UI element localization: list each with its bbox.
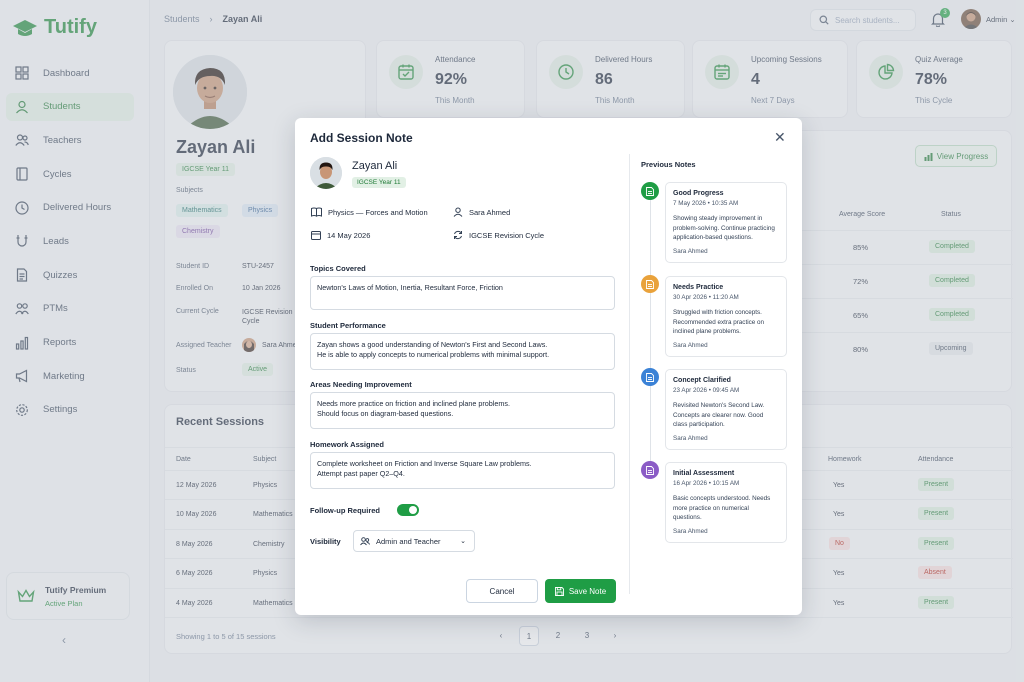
refresh-icon (454, 230, 462, 240)
previous-notes-title: Previous Notes (641, 160, 696, 169)
note-title: Concept Clarified (673, 377, 731, 384)
session-date: 14 May 2026 (311, 230, 370, 240)
note-title: Needs Practice (673, 284, 724, 291)
visibility-value: Admin and Teacher (376, 536, 441, 546)
visibility-label: Visibility (310, 537, 341, 546)
note-date: 16 Apr 2026 • 10:15 AM (673, 480, 740, 487)
save-icon (554, 586, 564, 596)
modal-title: Add Session Note (310, 131, 413, 145)
performance-label: Student Performance (310, 321, 386, 330)
close-icon[interactable]: ✕ (774, 129, 786, 146)
note-document-icon (641, 461, 659, 479)
users-icon (360, 536, 370, 545)
improvement-label: Areas Needing Improvement (310, 380, 412, 389)
modal-divider (629, 154, 630, 594)
improvement-field[interactable]: Needs more practice on friction and incl… (310, 392, 615, 429)
previous-note-card[interactable]: Needs Practice 30 Apr 2026 • 11:20 AM St… (665, 276, 787, 357)
previous-note-card[interactable]: Good Progress 7 May 2026 • 10:35 AM Show… (665, 182, 787, 263)
note-date: 30 Apr 2026 • 11:20 AM (673, 294, 739, 301)
note-document-icon (641, 275, 659, 293)
note-author: Sara Ahmed (673, 247, 708, 255)
add-session-note-modal: Add Session Note ✕ Zayan Ali IGCSE Year … (295, 118, 802, 615)
note-author: Sara Ahmed (673, 341, 708, 349)
note-date: 23 Apr 2026 • 09:45 AM (673, 387, 740, 394)
note-author: Sara Ahmed (673, 527, 708, 535)
note-text: Basic concepts understood. Needs more pr… (673, 495, 771, 521)
calendar-icon (311, 231, 321, 240)
timeline-line (650, 190, 651, 476)
session-teacher-text: Sara Ahmed (469, 207, 511, 217)
note-title: Initial Assessment (673, 470, 735, 477)
save-note-label: Save Note (568, 586, 607, 596)
grade-badge: IGCSE Year 11 (352, 177, 406, 188)
visibility-select[interactable]: Admin and Teacher ⌄ (353, 530, 475, 552)
session-teacher: Sara Ahmed (453, 207, 510, 217)
session-subject: Physics — Forces and Motion (311, 207, 428, 217)
performance-field[interactable]: Zayan shows a good understanding of Newt… (310, 333, 615, 370)
note-document-icon (641, 368, 659, 386)
homework-field[interactable]: Complete worksheet on Friction and Inver… (310, 452, 615, 489)
save-note-button[interactable]: Save Note (545, 579, 616, 603)
note-document-icon (641, 182, 659, 200)
note-date: 7 May 2026 • 10:35 AM (673, 200, 739, 207)
followup-label: Follow-up Required (310, 506, 380, 515)
session-cycle: IGCSE Revision Cycle (453, 230, 544, 240)
session-date-text: 14 May 2026 (327, 230, 371, 240)
student-name: Zayan Ali (352, 160, 398, 172)
session-subject-text: Physics — Forces and Motion (328, 207, 428, 217)
topics-label: Topics Covered (310, 264, 366, 273)
student-avatar (310, 157, 342, 189)
chevron-down-icon: ⌄ (460, 538, 466, 545)
followup-toggle[interactable] (397, 504, 419, 516)
note-text: Struggled with friction concepts. Recomm… (673, 309, 765, 335)
cancel-button[interactable]: Cancel (466, 579, 538, 603)
note-text: Showing steady improvement in problem-so… (673, 215, 775, 241)
note-title: Good Progress (673, 190, 724, 197)
session-cycle-text: IGCSE Revision Cycle (469, 230, 545, 240)
topics-field[interactable]: Newton's Laws of Motion, Inertia, Result… (310, 276, 615, 310)
note-text: Revisited Newton's Second Law. Concepts … (673, 402, 765, 428)
book-open-icon (311, 207, 322, 217)
previous-note-card[interactable]: Concept Clarified 23 Apr 2026 • 09:45 AM… (665, 369, 787, 450)
user-icon (453, 207, 463, 217)
previous-note-card[interactable]: Initial Assessment 16 Apr 2026 • 10:15 A… (665, 462, 787, 543)
homework-label: Homework Assigned (310, 440, 384, 449)
note-author: Sara Ahmed (673, 434, 708, 442)
